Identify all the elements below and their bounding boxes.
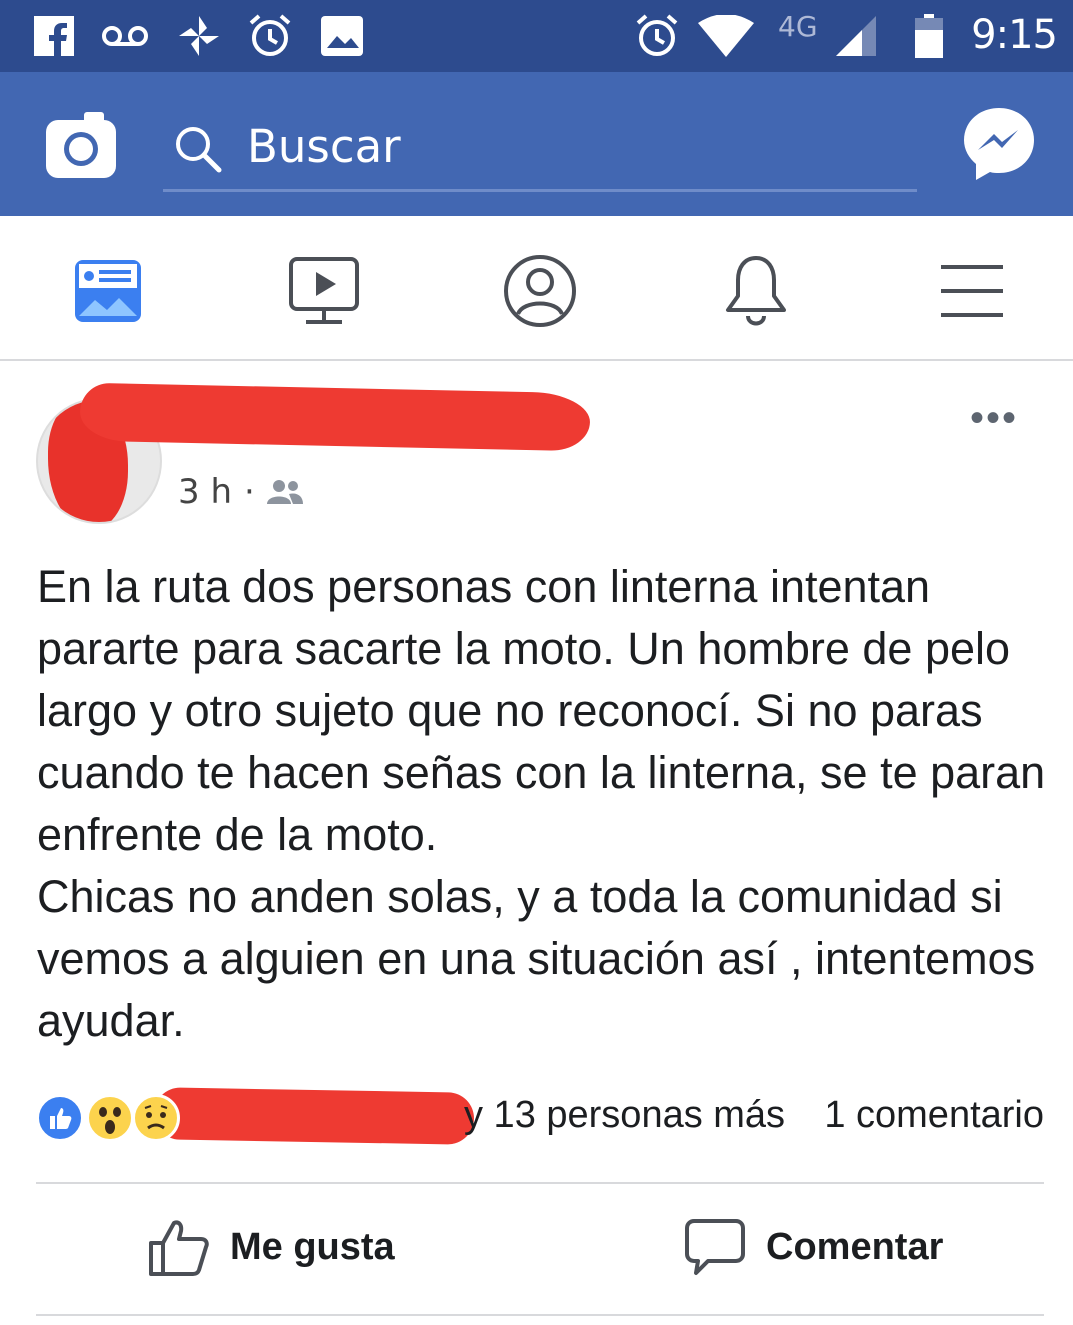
friends-icon (266, 480, 303, 504)
news-feed-icon (75, 260, 141, 322)
post-text: En la ruta dos personas con linterna int… (37, 561, 1046, 1046)
reactions-summary[interactable]: y 13 personas más (464, 1094, 785, 1137)
battery-icon (914, 14, 944, 58)
alarm-icon (246, 14, 294, 58)
status-bar: 4G 9:15 (0, 0, 1073, 72)
profile-icon (504, 255, 576, 327)
meta-separator: · (244, 472, 255, 512)
alarm-icon (634, 14, 680, 58)
post-meta: 3 h · (178, 472, 303, 512)
messenger-icon[interactable] (962, 106, 1036, 182)
tab-news-feed[interactable] (58, 246, 158, 336)
comment-button[interactable]: Comentar (684, 1212, 943, 1282)
more-options-button[interactable]: ••• (970, 398, 1018, 438)
tab-menu[interactable] (922, 246, 1022, 336)
like-button[interactable]: Me gusta (148, 1212, 395, 1282)
hamburger-icon (941, 265, 1003, 317)
tab-notifications[interactable] (706, 246, 806, 336)
clock: 9:15 (971, 12, 1058, 58)
image-icon (320, 14, 364, 58)
search-input[interactable]: Buscar (163, 112, 917, 192)
tab-profile[interactable] (490, 246, 590, 336)
camera-icon[interactable] (46, 112, 116, 178)
network-type: 4G (778, 10, 818, 43)
comment-label: Comentar (766, 1225, 944, 1268)
post-card: 3 h · ••• En la ruta dos personas con li… (0, 362, 1073, 1325)
comment-icon (685, 1219, 745, 1275)
like-reaction-icon (36, 1094, 84, 1142)
thumbs-up-icon (149, 1220, 209, 1276)
pinwheel-icon (176, 14, 222, 58)
app-bar: Buscar (0, 72, 1073, 216)
author-name-redaction (79, 382, 591, 452)
wow-reaction-icon (86, 1094, 134, 1142)
bell-icon (726, 256, 786, 326)
tab-watch[interactable] (274, 246, 374, 336)
facebook-icon (34, 14, 74, 58)
video-icon (289, 257, 359, 324)
tab-bar (0, 216, 1073, 361)
comments-count[interactable]: 1 comentario (824, 1094, 1044, 1137)
reactions-row[interactable]: y 13 personas más 1 comentario (36, 1087, 1044, 1150)
reactor-name-redaction (153, 1087, 475, 1145)
signal-icon (836, 14, 876, 58)
voicemail-icon (100, 14, 150, 58)
divider (36, 1314, 1044, 1316)
like-label: Me gusta (230, 1225, 395, 1268)
search-placeholder: Buscar (247, 120, 401, 173)
search-icon (173, 124, 223, 174)
divider (36, 1182, 1044, 1184)
post-time[interactable]: 3 h (178, 472, 232, 512)
sad-reaction-icon (132, 1094, 180, 1142)
wifi-icon (698, 14, 754, 58)
